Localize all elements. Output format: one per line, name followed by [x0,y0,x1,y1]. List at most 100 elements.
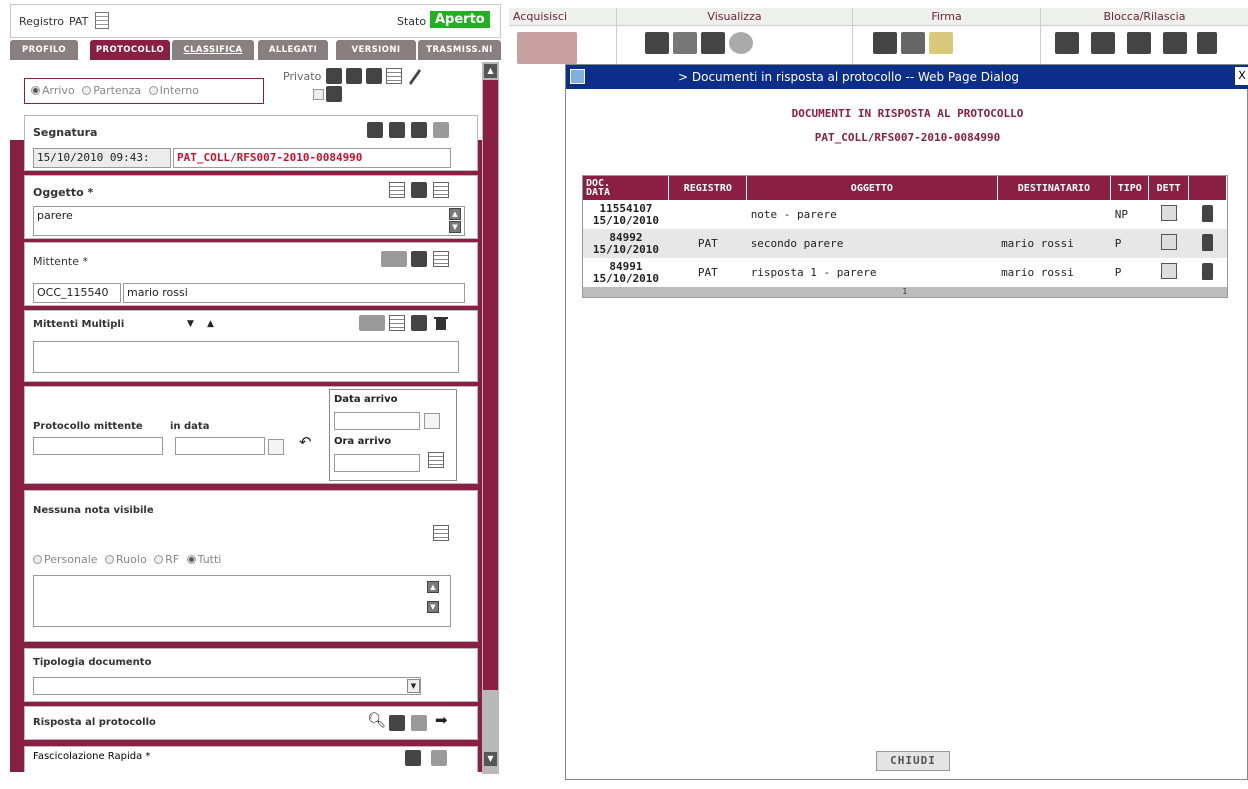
address-book-icon[interactable] [381,251,407,267]
segnatura-code-field[interactable]: PAT_COLL/RFS007-2010-0084990 [173,148,451,168]
row-doc-cell[interactable]: 84991 15/10/2010 [583,258,669,287]
detail-icon[interactable] [1160,234,1177,250]
oggetto-field[interactable]: parere [33,206,465,236]
search-icon[interactable]: 🔍︎ [367,711,386,729]
tab-protocollo[interactable]: PROTOCOLLO [90,40,170,60]
fascicolo-search-icon[interactable] [431,750,447,766]
printer-icon[interactable] [367,122,383,138]
scroll-thumb[interactable] [483,80,498,690]
tab-versioni[interactable]: VERSIONI [336,40,416,60]
tab-classifica[interactable]: CLASSIFICA [172,40,254,60]
scroll-up-arrow[interactable]: ▲ [484,64,497,78]
move-down-icon[interactable]: ▼ [187,319,194,329]
fascicolo-icon[interactable] [405,750,421,766]
row-doc-number[interactable]: 11554107 [587,202,665,215]
privato-checkbox[interactable] [313,89,324,100]
note-scroll-up[interactable]: ▲ [427,581,439,593]
ora-arrivo-field[interactable] [334,454,420,472]
col-tipo[interactable]: TIPO [1110,176,1150,200]
note-scroll-down[interactable]: ▼ [427,601,439,613]
acquire-scan-icon[interactable] [517,32,577,64]
col-oggetto[interactable]: OGGETTO [746,176,998,200]
tipologia-select[interactable] [33,677,421,695]
tab-profilo[interactable]: PROFILO [10,40,78,60]
radio-ruolo[interactable] [105,555,115,564]
sign-icon[interactable] [873,32,897,54]
document-icon[interactable] [386,68,402,84]
oggetto-scroll-up[interactable]: ▲ [449,208,461,220]
row-doc-cell[interactable]: 84992 15/10/2010 [583,229,669,258]
confirm-icon[interactable] [1197,32,1217,54]
lock-doc-icon[interactable] [1127,32,1151,54]
detail-icon[interactable] [1160,263,1177,279]
data-arrivo-field[interactable] [334,412,420,430]
form-scrollbar[interactable]: ▲ ▼ [482,62,499,774]
radio-partenza[interactable] [82,86,92,95]
mittente-name-field[interactable]: mario rossi [123,283,465,303]
view-zoom-icon[interactable] [673,32,697,54]
go-arrow-icon[interactable]: ➡ [435,711,448,729]
unlink-icon[interactable] [411,715,427,731]
note-field[interactable] [33,575,451,627]
view-doc-icon[interactable] [645,32,669,54]
trash-icon[interactable] [1202,262,1214,280]
mittente-details-icon[interactable] [411,251,427,267]
oggetto-scroll-down[interactable]: ▼ [449,221,461,233]
row-doc-cell[interactable]: 11554107 15/10/2010 [583,200,669,229]
data-arrivo-calendar-icon[interactable] [424,413,440,429]
radio-rf[interactable] [154,555,164,564]
row-doc-number[interactable]: 84991 [587,260,665,273]
mittente-list-icon[interactable] [433,251,449,267]
mm-details-icon[interactable] [411,315,427,331]
calendar-icon[interactable] [268,439,284,455]
mittenti-multipli-field[interactable] [33,341,459,373]
col-destinatario[interactable]: DESTINATARIO [997,176,1112,200]
list-icon[interactable] [433,182,449,198]
segnatura-date-field[interactable]: 15/10/2010 09:43: [33,148,171,168]
checkin-icon[interactable] [1091,32,1115,54]
mittente-code-field[interactable]: OCC_115540 [33,283,121,303]
barcode-icon[interactable] [389,122,405,138]
tipologia-dropdown-icon[interactable]: ▼ [407,679,420,693]
radio-arrivo[interactable] [31,86,40,95]
print-doc-icon[interactable] [346,68,362,84]
radio-interno[interactable] [148,86,158,95]
scroll-down-arrow[interactable]: ▼ [484,752,497,766]
checkout-icon[interactable] [1055,32,1079,54]
cosign-icon[interactable] [901,32,925,54]
row-doc-number[interactable]: 84992 [587,231,665,244]
radio-tutti[interactable] [186,555,196,564]
protocollo-mittente-field[interactable] [33,437,163,455]
unlock-doc-icon[interactable] [1163,32,1187,54]
view-full-icon[interactable] [701,32,725,54]
tab-allegati[interactable]: ALLEGATI [258,40,328,60]
scanner-icon[interactable] [326,68,342,84]
ora-arrivo-icon[interactable] [428,452,444,468]
close-icon[interactable]: X [1235,67,1248,85]
link-icon[interactable] [389,715,405,731]
move-up-icon[interactable]: ▲ [207,319,214,329]
stamp-icon[interactable] [411,122,427,138]
tab-trasmissioni[interactable]: TRASMISS.NI [418,40,501,60]
group-icon[interactable] [326,86,342,102]
mm-address-book-icon[interactable] [359,315,385,331]
smartcard-icon[interactable] [929,32,953,54]
close-button[interactable]: CHIUDI [876,751,950,771]
undo-arrow-icon[interactable]: ↶ [299,433,312,451]
trash-icon[interactable] [1202,233,1214,251]
radio-personale[interactable] [33,555,42,564]
mail-icon[interactable] [366,68,382,84]
trash-icon[interactable] [1202,204,1214,222]
note-icon[interactable] [389,182,405,198]
envelope-icon[interactable] [433,122,449,138]
pencil-icon[interactable] [406,66,422,86]
table-pager[interactable]: 1 [583,287,1227,297]
detail-icon[interactable] [1160,205,1177,221]
mm-list-icon[interactable] [389,315,405,331]
oggettario-icon[interactable] [411,182,427,198]
registro-doc-icon[interactable] [95,12,109,29]
in-data-field[interactable] [175,437,265,455]
col-registro[interactable]: REGISTRO [668,176,748,200]
col-doc-data[interactable]: DOC. DATA [583,176,670,200]
add-note-icon[interactable] [433,525,449,541]
